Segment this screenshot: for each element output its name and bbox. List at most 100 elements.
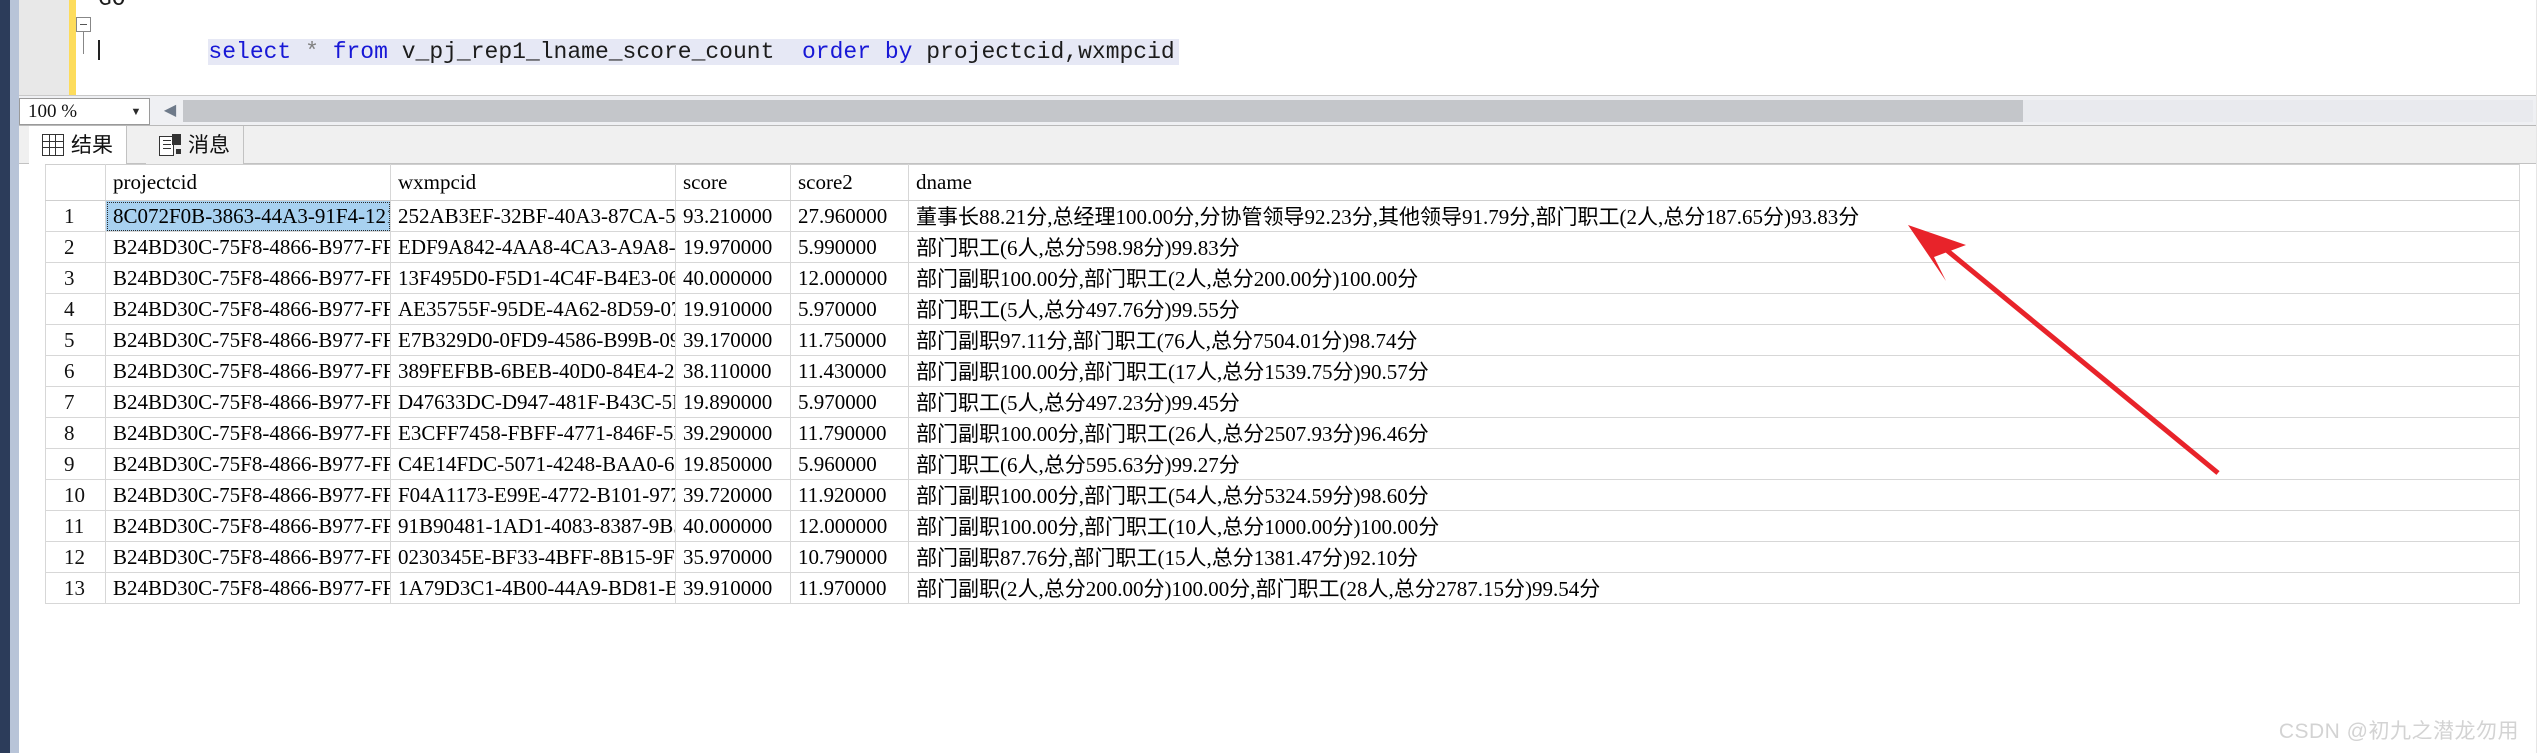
chevron-down-icon[interactable]: ▼ (123, 106, 149, 118)
table-row[interactable]: 12B24BD30C-75F8-4866-B977-FF66DCAD992B02… (45, 541, 2520, 573)
cell-wxmpcid[interactable]: 389FEFBB-6BEB-40D0-84E4-25D70BF5BB04 (390, 355, 676, 387)
cell-wxmpcid[interactable]: E7B329D0-0FD9-4586-B99B-09C840F4D119 (390, 324, 676, 356)
cell-score2[interactable]: 12.000000 (790, 262, 909, 294)
table-row[interactable]: 6B24BD30C-75F8-4866-B977-FF66DCAD992B389… (45, 355, 2520, 387)
cell-dname[interactable]: 部门副职100.00分,部门职工(54人,总分5324.59分)98.60分 (908, 479, 2520, 511)
table-row[interactable]: 10B24BD30C-75F8-4866-B977-FF66DCAD992BF0… (45, 479, 2520, 511)
cell-wxmpcid[interactable]: 13F495D0-F5D1-4C4F-B4E3-06D978B672C6 (390, 262, 676, 294)
cell-dname[interactable]: 部门职工(6人,总分598.98分)99.83分 (908, 231, 2520, 263)
cell-rownum[interactable]: 8 (45, 417, 106, 449)
table-row[interactable]: 5B24BD30C-75F8-4866-B977-FF66DCAD992BE7B… (45, 324, 2520, 356)
cell-dname[interactable]: 部门副职97.11分,部门职工(76人,总分7504.01分)98.74分 (908, 324, 2520, 356)
column-header-score2[interactable]: score2 (790, 164, 909, 201)
tab-messages[interactable]: 消息 (146, 126, 244, 164)
cell-score[interactable]: 39.720000 (675, 479, 791, 511)
cell-dname[interactable]: 部门职工(5人,总分497.76分)99.55分 (908, 293, 2520, 325)
cell-score[interactable]: 19.850000 (675, 448, 791, 480)
scroll-left-arrow-icon[interactable]: ◀ (159, 100, 181, 122)
cell-score2[interactable]: 11.790000 (790, 417, 909, 449)
cell-projectcid[interactable]: 8C072F0B-3863-44A3-91F4-121CBAE9FC6F (105, 200, 391, 232)
cell-rownum[interactable]: 1 (45, 200, 106, 232)
cell-score2[interactable]: 5.970000 (790, 386, 909, 418)
cell-score2[interactable]: 5.960000 (790, 448, 909, 480)
table-row[interactable]: 13B24BD30C-75F8-4866-B977-FF66DCAD992B1A… (45, 572, 2520, 604)
cell-score[interactable]: 39.910000 (675, 572, 791, 604)
cell-score[interactable]: 40.000000 (675, 510, 791, 542)
cell-rownum[interactable]: 13 (45, 572, 106, 604)
cell-rownum[interactable]: 11 (45, 510, 106, 542)
cell-projectcid[interactable]: B24BD30C-75F8-4866-B977-FF66DCAD992B (105, 324, 391, 356)
cell-projectcid[interactable]: B24BD30C-75F8-4866-B977-FF66DCAD992B (105, 572, 391, 604)
cell-dname[interactable]: 部门副职(2人,总分200.00分)100.00分,部门职工(28人,总分278… (908, 572, 2520, 604)
column-header-wxmpcid[interactable]: wxmpcid (390, 164, 676, 201)
cell-dname[interactable]: 部门副职87.76分,部门职工(15人,总分1381.47分)92.10分 (908, 541, 2520, 573)
table-row[interactable]: 4B24BD30C-75F8-4866-B977-FF66DCAD992BAE3… (45, 293, 2520, 325)
cell-dname[interactable]: 部门副职100.00分,部门职工(26人,总分2507.93分)96.46分 (908, 417, 2520, 449)
cell-rownum[interactable]: 7 (45, 386, 106, 418)
cell-dname[interactable]: 部门副职100.00分,部门职工(10人,总分1000.00分)100.00分 (908, 510, 2520, 542)
cell-wxmpcid[interactable]: 1A79D3C1-4B00-44A9-BD81-B0A23237582B (390, 572, 676, 604)
horizontal-scrollbar-thumb[interactable] (183, 100, 2023, 122)
cell-score2[interactable]: 11.970000 (790, 572, 909, 604)
table-row[interactable]: 3B24BD30C-75F8-4866-B977-FF66DCAD992B13F… (45, 262, 2520, 294)
cell-projectcid[interactable]: B24BD30C-75F8-4866-B977-FF66DCAD992B (105, 510, 391, 542)
editor-zoom-scroll-strip[interactable]: 100 % ▼ ◀ (19, 95, 2537, 125)
column-header-dname[interactable]: dname (908, 164, 2520, 201)
tab-results[interactable]: 结果 (29, 126, 127, 164)
cell-dname[interactable]: 部门副职100.00分,部门职工(2人,总分200.00分)100.00分 (908, 262, 2520, 294)
cell-projectcid[interactable]: B24BD30C-75F8-4866-B977-FF66DCAD992B (105, 448, 391, 480)
cell-rownum[interactable]: 10 (45, 479, 106, 511)
table-row[interactable]: 7B24BD30C-75F8-4866-B977-FF66DCAD992BD47… (45, 386, 2520, 418)
cell-projectcid[interactable]: B24BD30C-75F8-4866-B977-FF66DCAD992B (105, 293, 391, 325)
cell-rownum[interactable]: 4 (45, 293, 106, 325)
table-row[interactable]: 2B24BD30C-75F8-4866-B977-FF66DCAD992BEDF… (45, 231, 2520, 263)
cell-rownum[interactable]: 5 (45, 324, 106, 356)
results-grid[interactable]: projectcid wxmpcid score score2 dname 18… (45, 164, 2520, 604)
cell-score2[interactable]: 12.000000 (790, 510, 909, 542)
cell-projectcid[interactable]: B24BD30C-75F8-4866-B977-FF66DCAD992B (105, 479, 391, 511)
cell-score[interactable]: 39.170000 (675, 324, 791, 356)
cell-projectcid[interactable]: B24BD30C-75F8-4866-B977-FF66DCAD992B (105, 417, 391, 449)
cell-wxmpcid[interactable]: F04A1173-E99E-4772-B101-9777D972C728 (390, 479, 676, 511)
cell-score2[interactable]: 10.790000 (790, 541, 909, 573)
cell-dname[interactable]: 部门副职100.00分,部门职工(17人,总分1539.75分)90.57分 (908, 355, 2520, 387)
cell-dname[interactable]: 部门职工(5人,总分497.23分)99.45分 (908, 386, 2520, 418)
cell-rownum[interactable]: 6 (45, 355, 106, 387)
cell-wxmpcid[interactable]: 91B90481-1AD1-4083-8387-9B539DC617AC (390, 510, 676, 542)
cell-projectcid[interactable]: B24BD30C-75F8-4866-B977-FF66DCAD992B (105, 355, 391, 387)
cell-wxmpcid[interactable]: E3CFF7458-FBFF-4771-846F-5E4A67FA6D67 (390, 417, 676, 449)
cell-score[interactable]: 19.890000 (675, 386, 791, 418)
cell-wxmpcid[interactable]: D47633DC-D947-481F-B43C-5E4138B5E981 (390, 386, 676, 418)
table-row[interactable]: 8B24BD30C-75F8-4866-B977-FF66DCAD992BE3C… (45, 417, 2520, 449)
cell-score2[interactable]: 27.960000 (790, 200, 909, 232)
cell-score2[interactable]: 5.970000 (790, 293, 909, 325)
cell-wxmpcid[interactable]: EDF9A842-4AA8-4CA3-A9A8-039251CB93B7 (390, 231, 676, 263)
cell-score[interactable]: 40.000000 (675, 262, 791, 294)
table-row[interactable]: 9B24BD30C-75F8-4866-B977-FF66DCAD992BC4E… (45, 448, 2520, 480)
table-row[interactable]: 11B24BD30C-75F8-4866-B977-FF66DCAD992B91… (45, 510, 2520, 542)
cell-score[interactable]: 93.210000 (675, 200, 791, 232)
cell-score[interactable]: 38.110000 (675, 355, 791, 387)
horizontal-scrollbar-track[interactable] (183, 100, 2533, 122)
cell-score[interactable]: 35.970000 (675, 541, 791, 573)
cell-score[interactable]: 19.910000 (675, 293, 791, 325)
column-header-projectcid[interactable]: projectcid (105, 164, 391, 201)
cell-projectcid[interactable]: B24BD30C-75F8-4866-B977-FF66DCAD992B (105, 386, 391, 418)
cell-wxmpcid[interactable]: 252AB3EF-32BF-40A3-87CA-53CFF25CE78C (390, 200, 676, 232)
cell-rownum[interactable]: 3 (45, 262, 106, 294)
editor-line-query[interactable]: select * from v_pj_rep1_lname_score_coun… (98, 12, 1179, 65)
column-header-score[interactable]: score (675, 164, 791, 201)
collapse-outline-toggle-icon[interactable] (76, 17, 91, 32)
cell-projectcid[interactable]: B24BD30C-75F8-4866-B977-FF66DCAD992B (105, 231, 391, 263)
cell-rownum[interactable]: 2 (45, 231, 106, 263)
cell-rownum[interactable]: 9 (45, 448, 106, 480)
cell-wxmpcid[interactable]: 0230345E-BF33-4BFF-8B15-9FE6BE1BDBA7 (390, 541, 676, 573)
cell-score2[interactable]: 11.750000 (790, 324, 909, 356)
cell-wxmpcid[interactable]: C4E14FDC-5071-4248-BAA0-6F4ED4611F84 (390, 448, 676, 480)
zoom-level-dropdown[interactable]: 100 % ▼ (19, 98, 150, 125)
editor-code-area[interactable]: GO select * from v_pj_rep1_lname_score_c… (76, 0, 2537, 95)
cell-dname[interactable]: 董事长88.21分,总经理100.00分,分协管领导92.23分,其他领导91.… (908, 200, 2520, 232)
cell-score[interactable]: 39.290000 (675, 417, 791, 449)
cell-score2[interactable]: 11.920000 (790, 479, 909, 511)
cell-projectcid[interactable]: B24BD30C-75F8-4866-B977-FF66DCAD992B (105, 262, 391, 294)
